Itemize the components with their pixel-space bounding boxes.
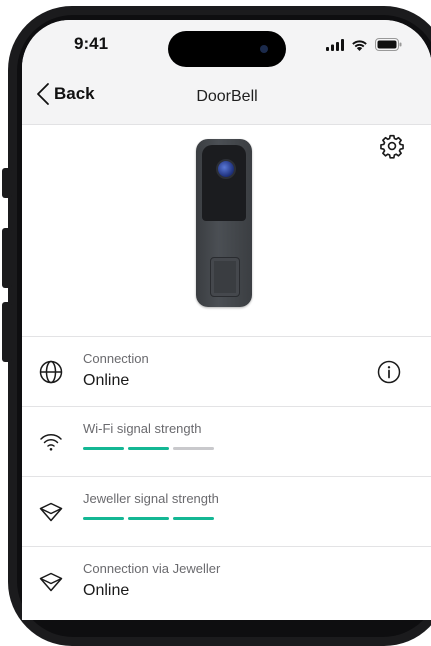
signal-bar — [173, 447, 214, 450]
connection-label: Connection — [83, 351, 149, 366]
jeweller-icon — [39, 502, 63, 522]
doorbell-device-image — [196, 139, 252, 307]
list-item-connection: Connection Online — [22, 336, 431, 407]
wifi-signal-meter — [83, 447, 214, 450]
jeweller-connection-value: Online — [83, 582, 130, 599]
doorbell-call-button — [210, 257, 240, 297]
connection-value: Online — [83, 372, 130, 389]
device-preview — [22, 125, 431, 335]
status-icons — [326, 38, 402, 51]
status-time: 9:41 — [74, 34, 109, 53]
globe-icon — [39, 360, 63, 384]
volume-down-button — [2, 302, 12, 362]
signal-bar — [128, 517, 169, 520]
front-camera — [260, 45, 268, 53]
signal-bar — [83, 447, 124, 450]
page-title: DoorBell — [196, 88, 258, 105]
wifi-signal-label: Wi-Fi signal strength — [83, 421, 202, 436]
signal-bar — [128, 447, 169, 450]
status-bar: 9:41 — [22, 20, 431, 72]
navigation-bar: Back DoorBell — [22, 72, 431, 125]
wifi-icon — [352, 39, 367, 51]
list-item-jeweller-connection: Connection via Jeweller Online — [22, 546, 431, 617]
doorbell-camera-panel — [202, 145, 246, 221]
doorbell-lens — [216, 159, 236, 179]
gear-icon[interactable] — [379, 133, 405, 159]
jeweller-connection-label: Connection via Jeweller — [83, 561, 221, 576]
cellular-signal-icon — [326, 38, 344, 51]
list-item-wifi-signal: Wi-Fi signal strength — [22, 406, 431, 477]
wifi-icon — [40, 434, 62, 451]
jeweller-signal-label: Jeweller signal strength — [83, 491, 219, 506]
dynamic-island — [168, 31, 286, 67]
app-screen: 9:41 Back DoorBell Connection Online Wi-… — [22, 20, 431, 620]
jeweller-icon — [39, 572, 63, 592]
action-button — [2, 168, 12, 198]
volume-up-button — [2, 228, 12, 288]
battery-icon — [375, 38, 402, 51]
jeweller-signal-meter — [83, 517, 214, 520]
signal-bar — [83, 517, 124, 520]
list-item-jeweller-signal: Jeweller signal strength — [22, 476, 431, 547]
signal-bar — [173, 517, 214, 520]
info-icon[interactable] — [376, 359, 402, 385]
